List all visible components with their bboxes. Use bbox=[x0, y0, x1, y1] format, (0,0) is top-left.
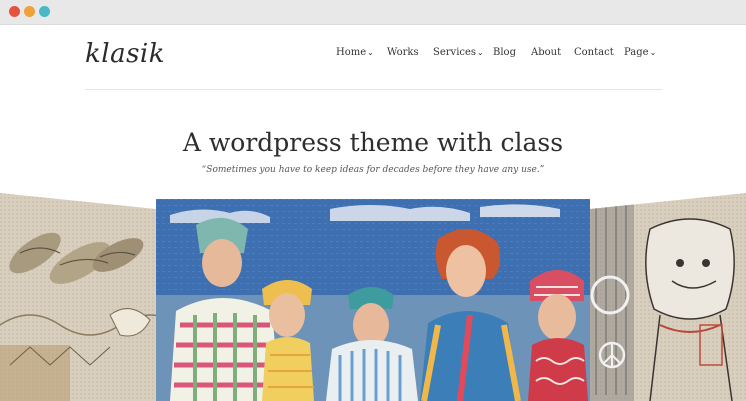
browser-window: klasik Home⌄ Works Services⌄ Blog About … bbox=[0, 0, 746, 401]
close-dot[interactable] bbox=[9, 6, 20, 17]
right-slide-figure-sketch[interactable] bbox=[586, 185, 746, 401]
web-page: klasik Home⌄ Works Services⌄ Blog About … bbox=[0, 25, 746, 401]
left-slide-fish-embroidery[interactable] bbox=[0, 185, 180, 401]
browser-title-bar bbox=[0, 0, 746, 25]
image-gallery bbox=[0, 185, 746, 401]
minimize-dot[interactable] bbox=[24, 6, 35, 17]
center-slide-women-painting[interactable] bbox=[156, 199, 590, 401]
maximize-dot[interactable] bbox=[39, 6, 50, 17]
